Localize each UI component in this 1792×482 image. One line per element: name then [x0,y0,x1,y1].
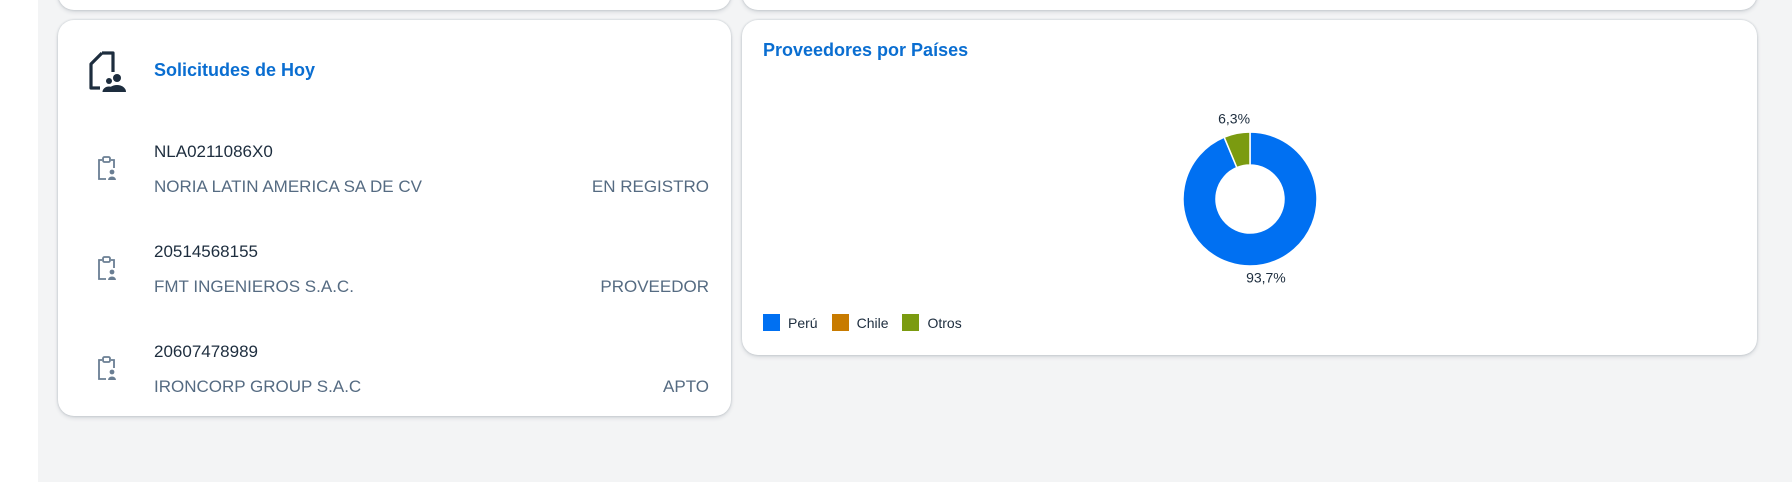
legend-label: Perú [788,314,818,331]
suppliers-by-country-card: Proveedores por Países 93,7% 6,3% Perú Ch… [742,20,1757,355]
legend-item-peru[interactable]: Perú [763,314,818,331]
previous-card-right [742,0,1757,10]
clipboard-user-icon [96,255,118,281]
request-status: APTO [663,377,709,396]
legend-swatch [902,314,920,331]
request-company-name: IRONCORP GROUP S.A.C [154,377,362,396]
request-id: 20607478989 [154,342,259,361]
document-users-icon [88,50,128,94]
request-company-name: FMT INGENIEROS S.A.C. [154,277,354,296]
request-list-item[interactable]: 20514568155 FMT INGENIEROS S.A.C. PROVEE… [58,225,731,325]
legend-item-otros[interactable]: Otros [902,314,962,331]
requests-card-title: Solicitudes de Hoy [154,60,316,80]
donut-chart: 93,7% 6,3% [1182,111,1318,285]
request-id: NLA0211086X0 [154,142,273,161]
request-status: PROVEEDOR [600,277,709,296]
legend-label: Otros [927,314,962,331]
legend-swatch [763,314,780,331]
donut-data-label: 93,7% [1246,269,1286,285]
requests-card: Solicitudes de Hoy NLA0211086X0 NORIA LA… [58,20,731,416]
request-id: 20514568155 [154,242,259,261]
donut-data-label: 6,3% [1218,111,1250,127]
request-list-item[interactable]: NLA0211086X0 NORIA LATIN AMERICA SA DE C… [58,125,731,225]
legend-item-chile[interactable]: Chile [831,314,889,331]
legend-swatch [831,314,849,331]
clipboard-user-icon [96,155,118,181]
request-status: EN REGISTRO [591,177,709,196]
chart-legend: Perú Chile Otros [763,314,976,331]
previous-card-left [58,0,731,10]
clipboard-user-icon [96,355,118,381]
request-company-name: NORIA LATIN AMERICA SA DE CV [154,177,422,196]
request-list-item[interactable]: 20607478989 IRONCORP GROUP S.A.C APTO [58,325,731,425]
legend-label: Chile [856,314,889,331]
